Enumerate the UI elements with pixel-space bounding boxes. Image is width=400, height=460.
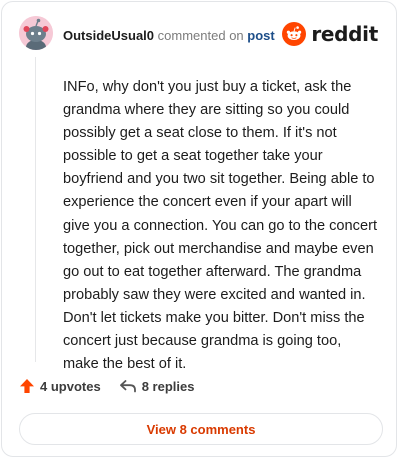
avatar[interactable] xyxy=(19,16,53,50)
author-name[interactable]: OutsideUsual0 xyxy=(63,28,154,43)
reply-count: 8 replies xyxy=(141,378,195,394)
thread-line[interactable] xyxy=(35,57,36,362)
upvote-button[interactable]: 4 upvotes xyxy=(19,378,101,394)
comment-header: OutsideUsual0 commented on post xyxy=(63,28,275,43)
reddit-logo-icon xyxy=(282,22,307,46)
brand-wordmark: reddit xyxy=(311,22,378,46)
reply-arrow-icon xyxy=(119,380,136,393)
comment-card: OutsideUsual0 commented on post reddit I… xyxy=(1,1,397,457)
replies-button[interactable]: 8 replies xyxy=(119,378,195,394)
reddit-brand[interactable]: reddit xyxy=(282,22,378,46)
view-comments-button[interactable]: View 8 comments xyxy=(19,413,383,445)
post-link[interactable]: post xyxy=(247,28,274,43)
action-text: commented on xyxy=(157,28,244,43)
view-comments-label: View 8 comments xyxy=(146,421,256,437)
action-bar: 4 upvotes 8 replies xyxy=(19,378,194,394)
upvote-arrow-icon xyxy=(20,379,34,393)
comment-body: INFo, why don't you just buy a ticket, a… xyxy=(63,79,377,373)
snoo-avatar-icon xyxy=(19,16,53,50)
upvote-count: 4 upvotes xyxy=(40,378,101,394)
